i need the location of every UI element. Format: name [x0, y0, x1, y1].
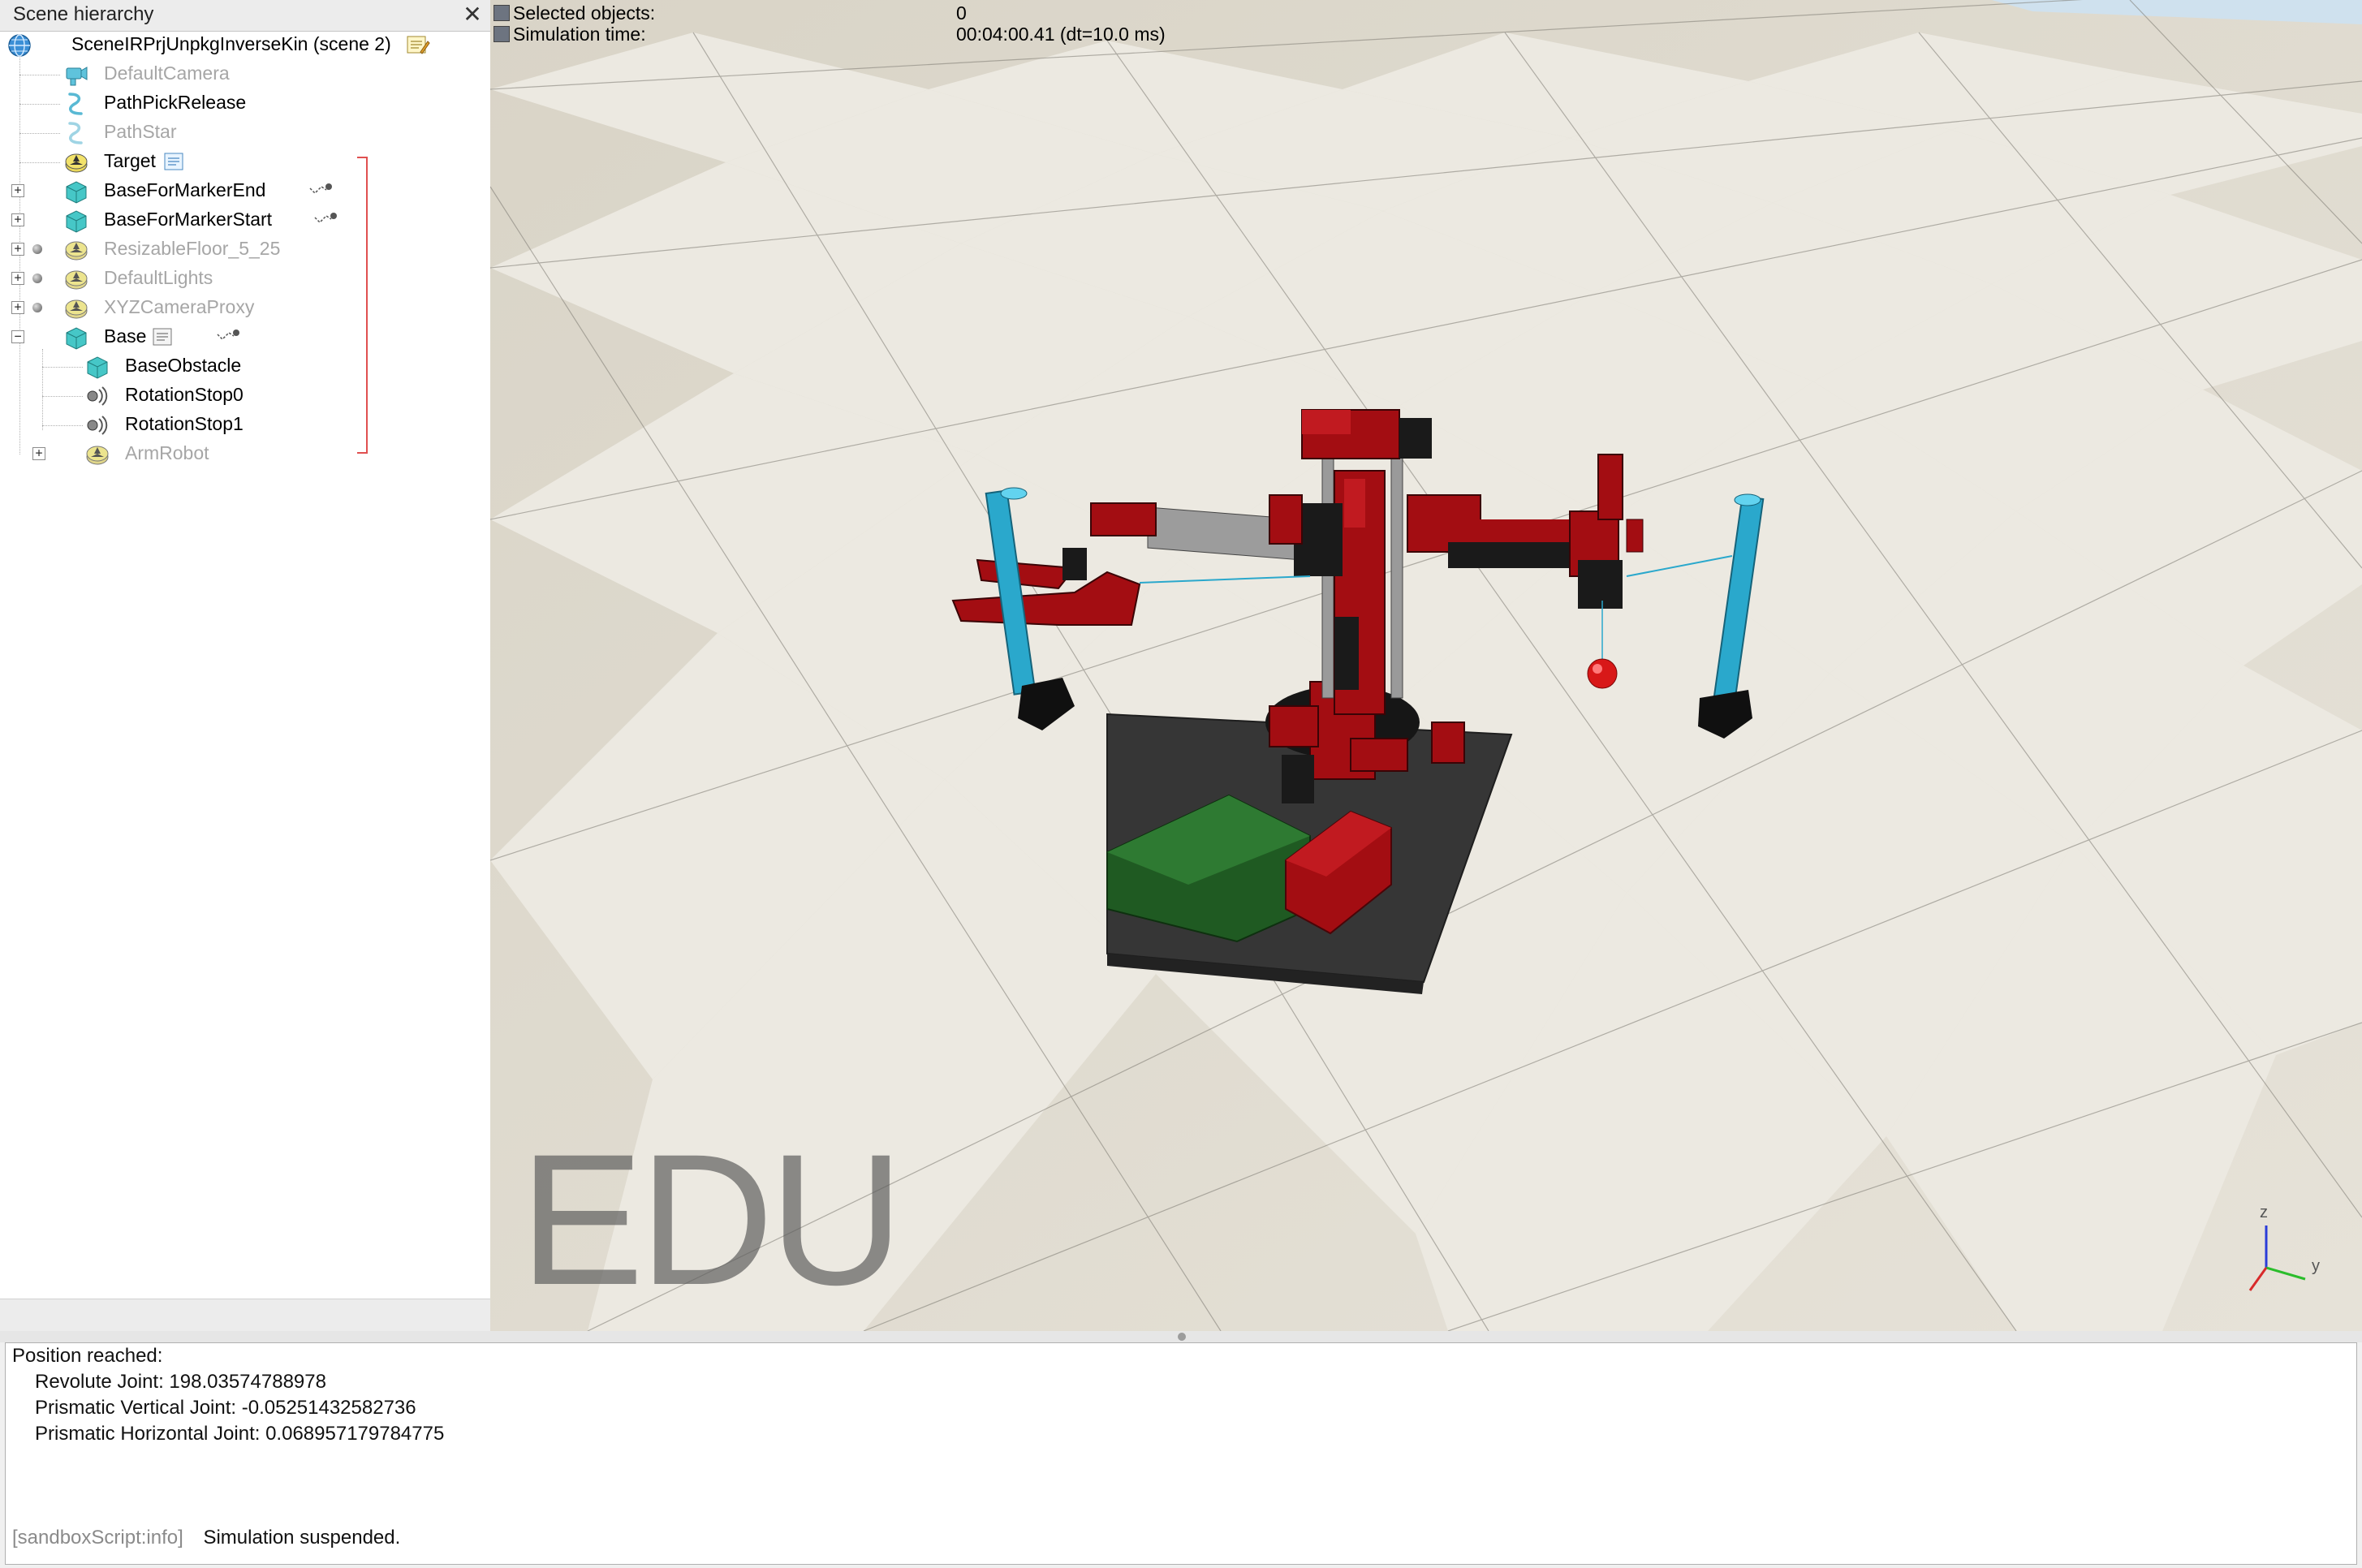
scene-hierarchy-panel: Scene hierarchy ✕ SceneIRPrjUnpkgInverse… — [0, 0, 491, 1331]
scene-root-row[interactable]: SceneIRPrjUnpkgInverseKin (scene 2) — [0, 31, 487, 60]
tree-item-label: BaseForMarkerEnd — [104, 179, 266, 200]
simulation-time-label: Simulation time: — [513, 24, 646, 45]
tree-item[interactable]: + XYZCameraProxy — [0, 294, 487, 323]
close-icon[interactable]: ✕ — [459, 2, 485, 28]
expand-icon[interactable]: + — [11, 272, 24, 285]
simulation-time-indicator — [494, 26, 510, 42]
script-icon[interactable] — [406, 34, 430, 55]
tree-item[interactable]: RotationStop1 — [0, 411, 487, 440]
expand-icon[interactable]: + — [11, 243, 24, 256]
status-console[interactable]: Position reached: Revolute Joint: 198.03… — [5, 1342, 2357, 1565]
selected-objects-value: 0 — [956, 2, 967, 24]
tree-item-label: Target — [104, 150, 156, 171]
tree-item[interactable]: PathPickRelease — [0, 89, 487, 118]
console-line: Revolute Joint: 198.03574788978 — [35, 1371, 326, 1393]
tree-item-label: ArmRobot — [125, 442, 209, 463]
console-status-tag: [sandboxScript:info] — [12, 1527, 183, 1549]
shape-icon — [66, 327, 87, 350]
splitter-grip-icon[interactable] — [1178, 1333, 1186, 1341]
selected-objects-label: Selected objects: — [513, 2, 656, 24]
tree-item[interactable]: + ResizableFloor_5_25 — [0, 235, 487, 265]
model-dot-icon — [32, 244, 42, 254]
dummy-icon — [65, 153, 88, 173]
console-status-text: Simulation suspended. — [203, 1527, 401, 1549]
shape-icon — [87, 356, 108, 379]
tree-item[interactable]: RotationStop0 — [0, 381, 487, 411]
path-icon — [68, 122, 83, 144]
tree-item[interactable]: PathStar — [0, 118, 487, 148]
tree-item[interactable]: + BaseForMarkerEnd — [0, 177, 487, 206]
proximity-sensor-icon — [87, 386, 108, 406]
console-line: Prismatic Horizontal Joint: 0.0689571797… — [35, 1423, 445, 1445]
hierarchy-footer — [0, 1299, 490, 1331]
script-icon[interactable] — [162, 151, 187, 172]
path-icon — [68, 93, 83, 115]
dummy-icon — [86, 446, 109, 465]
tree-item-label: DefaultCamera — [104, 62, 230, 84]
dynamics-icon — [309, 183, 332, 195]
tree-item-label: XYZCameraProxy — [104, 296, 255, 317]
expand-icon[interactable]: + — [32, 447, 45, 460]
selected-objects-indicator — [494, 5, 510, 21]
tree-item-label: DefaultLights — [104, 267, 213, 288]
tree-item[interactable]: − Base — [0, 323, 487, 352]
dummy-icon — [65, 299, 88, 319]
expand-icon[interactable]: + — [11, 213, 24, 226]
console-line: Position reached: — [12, 1345, 163, 1367]
collapse-icon[interactable]: − — [11, 330, 24, 343]
tree-item[interactable]: BaseObstacle — [0, 352, 487, 381]
shape-icon — [66, 210, 87, 233]
tree-item[interactable]: DefaultCamera — [0, 60, 487, 89]
tree-item-label: PathStar — [104, 121, 177, 142]
dummy-icon — [65, 270, 88, 290]
expand-icon[interactable]: + — [11, 301, 24, 314]
axis-z-label: z — [2260, 1204, 2268, 1221]
globe-icon — [8, 34, 31, 57]
dummy-icon — [65, 241, 88, 261]
hierarchy-title: Scene hierarchy — [13, 3, 154, 25]
model-dot-icon — [32, 274, 42, 283]
tree-item-label: Base — [104, 325, 147, 347]
camera-icon — [66, 67, 88, 86]
tree-item-label: ResizableFloor_5_25 — [104, 238, 281, 259]
model-dot-icon — [32, 303, 42, 312]
info-overlay: Selected objects: 0 Simulation time: 00:… — [490, 0, 1221, 49]
script-icon[interactable] — [151, 326, 175, 347]
simulation-time-value: 00:04:00.41 (dt=10.0 ms) — [956, 24, 1166, 45]
tree-item[interactable]: + DefaultLights — [0, 265, 487, 294]
dynamics-icon — [217, 330, 239, 341]
tree-item-label: PathPickRelease — [104, 92, 247, 113]
selection-bracket — [357, 157, 368, 454]
dynamics-icon — [314, 213, 337, 224]
console-line: Prismatic Vertical Joint: -0.05251432582… — [35, 1397, 416, 1419]
tree-item[interactable]: + BaseForMarkerStart — [0, 206, 487, 235]
axis-y-label: y — [2312, 1257, 2320, 1275]
tree-item-label: RotationStop0 — [125, 384, 244, 405]
scene-name: SceneIRPrjUnpkgInverseKin (scene 2) — [71, 33, 391, 54]
edu-watermark: EDU — [519, 1115, 904, 1324]
proximity-sensor-icon — [87, 416, 108, 435]
tree-item-label: RotationStop1 — [125, 413, 244, 434]
tree-item-label: BaseObstacle — [125, 355, 242, 376]
shape-icon — [66, 181, 87, 204]
tree-item[interactable]: Target — [0, 148, 487, 177]
tree-item[interactable]: + ArmRobot — [0, 440, 487, 469]
expand-icon[interactable]: + — [11, 184, 24, 197]
hierarchy-title-bar: Scene hierarchy ✕ — [0, 0, 490, 32]
tree-item-label: BaseForMarkerStart — [104, 209, 273, 230]
console-status-line: [sandboxScript:info] Simulation suspende… — [12, 1527, 400, 1549]
